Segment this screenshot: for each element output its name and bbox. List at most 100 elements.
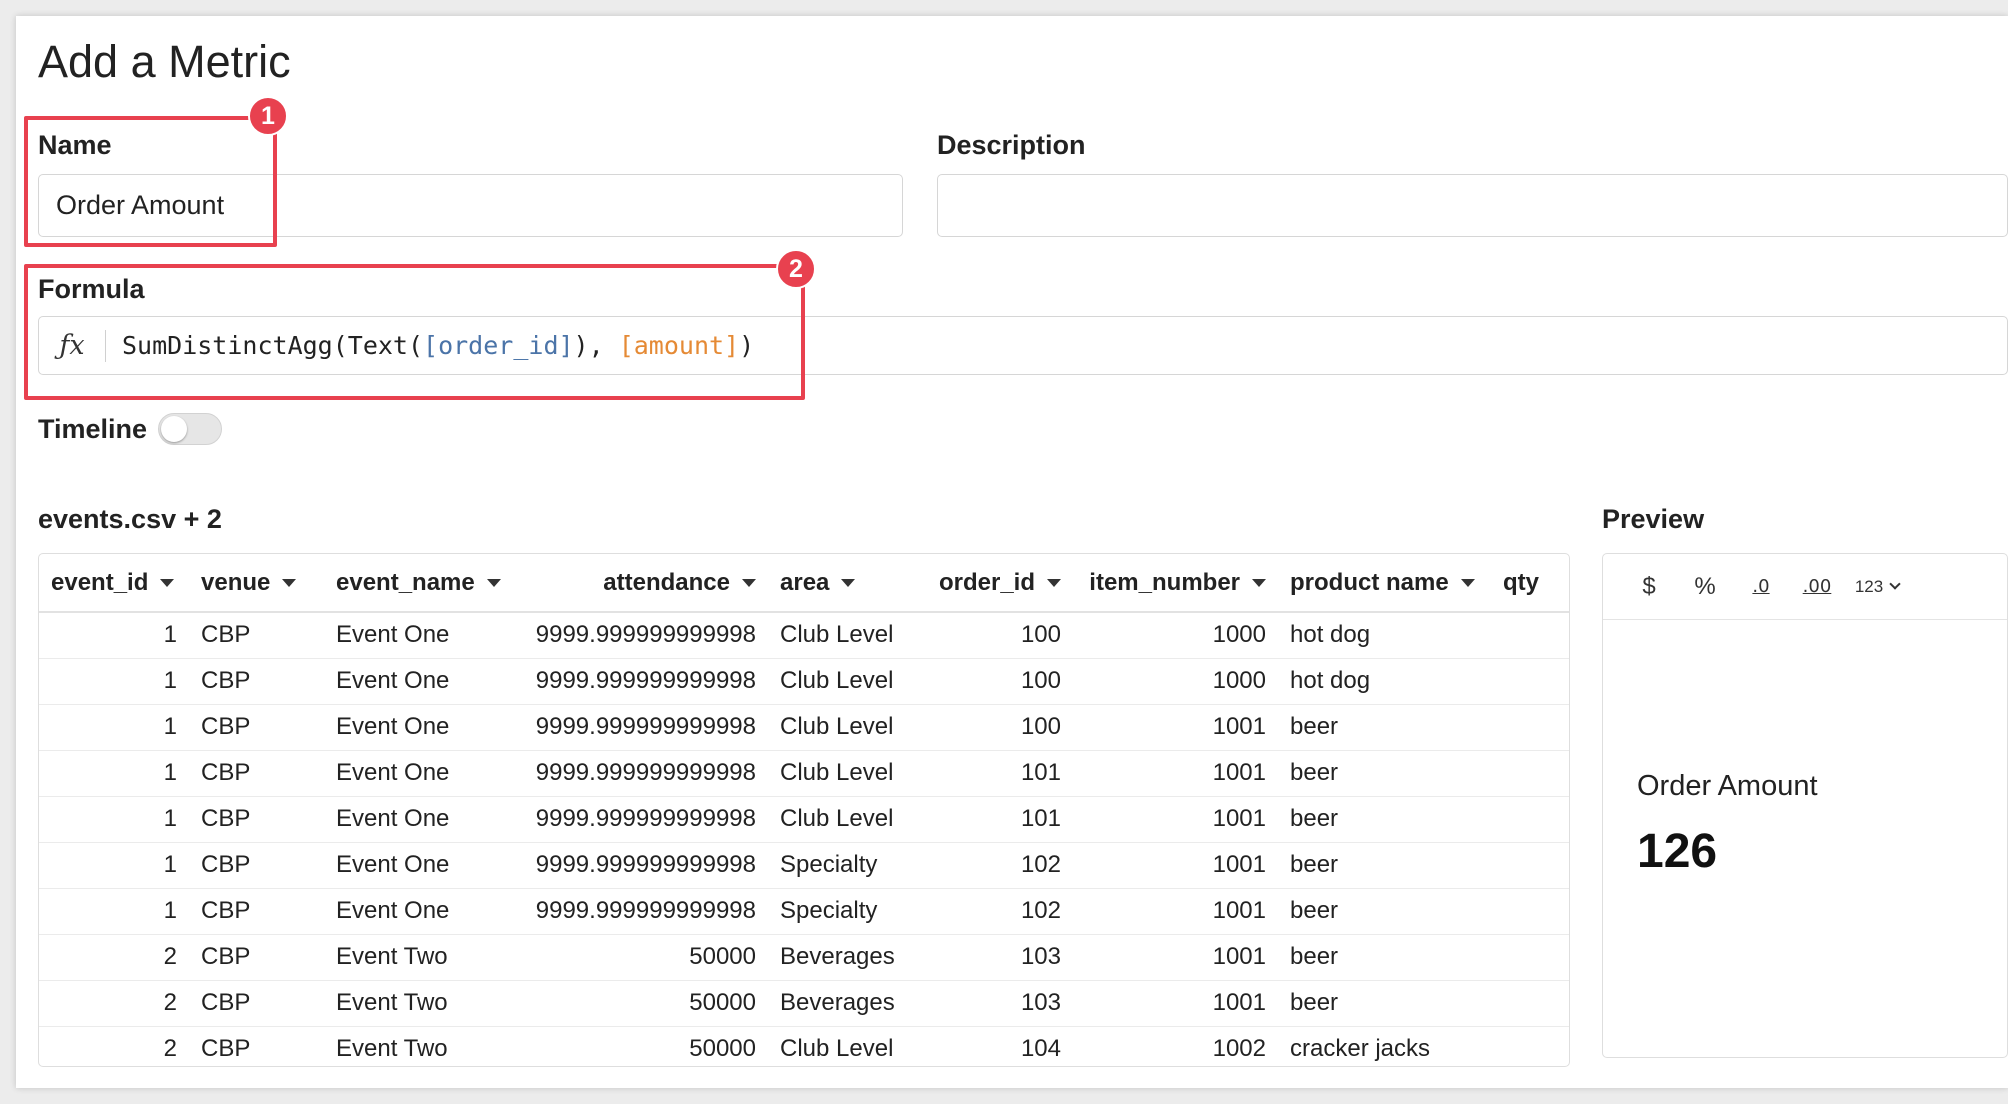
table-cell[interactable] — [1491, 980, 1569, 1027]
table-cell[interactable]: 1 — [39, 842, 189, 889]
column-header-attendance[interactable]: attendance — [509, 554, 768, 613]
table-cell[interactable]: Event One — [324, 750, 509, 797]
table-cell[interactable]: 104 — [914, 1026, 1073, 1066]
sort-caret-icon[interactable] — [1252, 579, 1266, 588]
table-cell[interactable]: 50000 — [509, 980, 768, 1027]
table-cell[interactable]: 100 — [914, 612, 1073, 659]
sort-caret-icon[interactable] — [160, 579, 175, 588]
sort-caret-icon[interactable] — [282, 579, 297, 588]
table-cell[interactable]: 1001 — [1073, 750, 1278, 797]
column-header-venue[interactable]: venue — [189, 554, 324, 613]
table-cell[interactable] — [1491, 612, 1569, 659]
sort-caret-icon[interactable] — [1047, 579, 1061, 588]
column-header-product-name[interactable]: product name — [1278, 554, 1491, 613]
table-cell[interactable]: Club Level — [768, 612, 914, 659]
table-cell[interactable]: 1001 — [1073, 888, 1278, 935]
sort-caret-icon[interactable] — [1460, 579, 1475, 588]
table-cell[interactable] — [1491, 888, 1569, 935]
table-cell[interactable]: 1 — [39, 704, 189, 751]
table-cell[interactable]: Event Two — [324, 1026, 509, 1066]
table-cell[interactable]: Beverages — [768, 934, 914, 981]
table-cell[interactable] — [1491, 842, 1569, 889]
table-cell[interactable]: 103 — [914, 980, 1073, 1027]
table-cell[interactable]: 50000 — [509, 1026, 768, 1066]
table-row[interactable]: 2 CBP Event Two 50000 Club Level 104 1002 crack… — [39, 1026, 1569, 1066]
table-cell[interactable]: hot dog — [1278, 658, 1491, 705]
column-header-order-id[interactable]: order_id — [914, 554, 1073, 613]
table-cell[interactable] — [1491, 796, 1569, 843]
table-row[interactable]: 1 CBP Event One 9999.999999999998 Club Level… — [39, 796, 1569, 843]
table-cell[interactable]: 2 — [39, 934, 189, 981]
table-cell[interactable]: 9999.999999999998 — [509, 888, 768, 935]
sort-caret-icon[interactable] — [742, 579, 756, 588]
table-cell[interactable]: CBP — [189, 980, 324, 1027]
table-cell[interactable]: Club Level — [768, 658, 914, 705]
table-cell[interactable]: 100 — [914, 658, 1073, 705]
table-cell[interactable]: beer — [1278, 842, 1491, 889]
table-cell[interactable]: 1001 — [1073, 704, 1278, 751]
table-cell[interactable]: 1 — [39, 888, 189, 935]
table-cell[interactable]: 102 — [914, 842, 1073, 889]
table-row[interactable]: 1 CBP Event One 9999.999999999998 Specialty 1… — [39, 888, 1569, 935]
table-cell[interactable]: 1 — [39, 658, 189, 705]
table-cell[interactable]: Club Level — [768, 704, 914, 751]
table-cell[interactable]: 9999.999999999998 — [509, 842, 768, 889]
column-header-event-name[interactable]: event_name — [324, 554, 509, 613]
table-row[interactable]: 1 CBP Event One 9999.999999999998 Club Level… — [39, 658, 1569, 705]
timeline-toggle[interactable] — [158, 413, 222, 445]
table-cell[interactable]: 1 — [39, 796, 189, 843]
table-cell[interactable]: Beverages — [768, 980, 914, 1027]
table-cell[interactable]: Club Level — [768, 796, 914, 843]
table-cell[interactable]: Event One — [324, 842, 509, 889]
decrease-decimals-button[interactable]: .0 — [1733, 567, 1789, 607]
table-cell[interactable]: beer — [1278, 750, 1491, 797]
table-row[interactable]: 1 CBP Event One 9999.999999999998 Specialty 1… — [39, 842, 1569, 889]
table-cell[interactable]: 1 — [39, 750, 189, 797]
table-cell[interactable]: Club Level — [768, 1026, 914, 1066]
table-cell[interactable]: 9999.999999999998 — [509, 658, 768, 705]
table-cell[interactable]: 9999.999999999998 — [509, 796, 768, 843]
table-row[interactable]: 2 CBP Event Two 50000 Beverages 103 1001 beer — [39, 980, 1569, 1027]
sort-caret-icon[interactable] — [841, 579, 856, 588]
table-cell[interactable]: 9999.999999999998 — [509, 704, 768, 751]
table-cell[interactable]: 2 — [39, 980, 189, 1027]
table-cell[interactable]: beer — [1278, 934, 1491, 981]
table-cell[interactable]: 1001 — [1073, 842, 1278, 889]
increase-decimals-button[interactable]: .00 — [1789, 567, 1845, 607]
table-cell[interactable]: CBP — [189, 796, 324, 843]
table-cell[interactable]: 103 — [914, 934, 1073, 981]
number-format-dropdown[interactable]: 123 — [1845, 567, 1909, 607]
table-cell[interactable]: 1001 — [1073, 796, 1278, 843]
table-cell[interactable]: 2 — [39, 1026, 189, 1066]
table-cell[interactable]: Event Two — [324, 980, 509, 1027]
table-cell[interactable]: Event One — [324, 796, 509, 843]
table-cell[interactable]: 1001 — [1073, 980, 1278, 1027]
data-table[interactable]: event_id venue event_name attendance are… — [38, 553, 1570, 1067]
description-input[interactable] — [937, 174, 2008, 237]
table-cell[interactable]: CBP — [189, 1026, 324, 1066]
table-cell[interactable]: hot dog — [1278, 612, 1491, 659]
column-header-qty[interactable]: qty — [1491, 554, 1569, 613]
table-cell[interactable]: beer — [1278, 980, 1491, 1027]
table-cell[interactable]: cracker jacks — [1278, 1026, 1491, 1066]
table-cell[interactable]: Event Two — [324, 934, 509, 981]
column-header-item-number[interactable]: item_number — [1073, 554, 1278, 613]
table-cell[interactable]: CBP — [189, 888, 324, 935]
table-cell[interactable]: beer — [1278, 704, 1491, 751]
table-cell[interactable] — [1491, 934, 1569, 981]
table-row[interactable]: 1 CBP Event One 9999.999999999998 Club Level… — [39, 704, 1569, 751]
table-cell[interactable] — [1491, 658, 1569, 705]
table-cell[interactable]: 1 — [39, 612, 189, 659]
sort-caret-icon[interactable] — [486, 579, 501, 588]
table-row[interactable]: 1 CBP Event One 9999.999999999998 Club Level… — [39, 612, 1569, 659]
percent-format-button[interactable]: % — [1677, 567, 1733, 607]
table-cell[interactable]: CBP — [189, 842, 324, 889]
table-cell[interactable] — [1491, 704, 1569, 751]
table-cell[interactable]: Club Level — [768, 750, 914, 797]
column-header-area[interactable]: area — [768, 554, 914, 613]
table-cell[interactable]: CBP — [189, 612, 324, 659]
table-cell[interactable]: 101 — [914, 796, 1073, 843]
table-cell[interactable]: Specialty — [768, 888, 914, 935]
table-cell[interactable]: beer — [1278, 888, 1491, 935]
table-cell[interactable]: 100 — [914, 704, 1073, 751]
